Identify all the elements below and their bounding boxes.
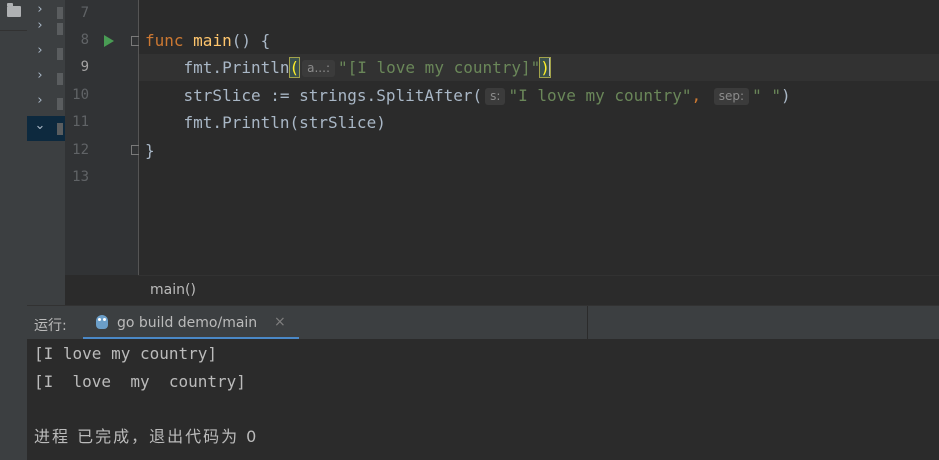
tree-row[interactable]: › bbox=[27, 16, 65, 41]
line-number: 11 bbox=[72, 114, 89, 130]
project-tree: › › › › › ⌄ bbox=[27, 0, 65, 305]
tree-row[interactable]: › bbox=[27, 41, 65, 66]
chevron-right-icon[interactable]: › bbox=[33, 44, 47, 58]
chevron-right-icon[interactable]: › bbox=[33, 69, 47, 83]
string-literal: " " bbox=[752, 86, 781, 105]
console-line: [I love my country] bbox=[34, 344, 218, 363]
console-line: [I love my country] bbox=[34, 372, 246, 391]
line-gutter: 7 8 9 10 11 12 13 bbox=[65, 0, 140, 275]
tree-row[interactable]: › bbox=[27, 66, 65, 91]
close-icon[interactable]: × bbox=[274, 314, 286, 330]
run-tab[interactable]: go build demo/main × bbox=[83, 306, 299, 340]
function-call: Println bbox=[222, 58, 290, 77]
function-name: main bbox=[193, 31, 232, 50]
chevron-right-icon[interactable]: › bbox=[33, 94, 47, 108]
code-text: ( bbox=[472, 86, 483, 105]
function-call: Println bbox=[222, 113, 290, 132]
code-line: } bbox=[145, 137, 155, 164]
tool-window-strip bbox=[0, 0, 28, 460]
chevron-right-icon[interactable]: › bbox=[33, 19, 47, 33]
tree-item-stub bbox=[57, 23, 63, 35]
code-line: strSlice := strings.SplitAfter(s: "I love… bbox=[145, 82, 791, 109]
parameter-hint: a...: bbox=[302, 60, 335, 77]
run-tab-title[interactable]: go build demo/main bbox=[117, 315, 257, 331]
matched-bracket: ( bbox=[288, 57, 301, 78]
comma: , bbox=[691, 86, 702, 105]
chevron-right-icon[interactable]: › bbox=[33, 3, 47, 17]
parameter-hint: s: bbox=[485, 88, 506, 105]
line-number: 8 bbox=[80, 32, 89, 48]
run-label: 运行: bbox=[34, 318, 67, 334]
go-gopher-icon bbox=[96, 315, 108, 329]
text-caret bbox=[548, 58, 551, 76]
panel-divider bbox=[587, 306, 588, 340]
tree-item-stub bbox=[57, 98, 63, 110]
code-text: () { bbox=[231, 31, 271, 50]
run-icon[interactable] bbox=[104, 35, 114, 47]
run-tool-window-header: 运行: go build demo/main × bbox=[27, 305, 939, 340]
tree-item-stub bbox=[57, 123, 63, 135]
keyword: func bbox=[145, 31, 184, 50]
run-console[interactable]: [I love my country] [I love my country] … bbox=[27, 339, 939, 460]
code-line: func main() { bbox=[145, 27, 270, 54]
breadcrumb-item[interactable]: main() bbox=[150, 282, 196, 298]
string-literal: "I love my country" bbox=[508, 86, 692, 105]
code-line: fmt.Println(strSlice) bbox=[145, 109, 386, 136]
string-literal: "[I love my country]" bbox=[337, 58, 541, 77]
chevron-down-icon[interactable]: ⌄ bbox=[33, 119, 47, 133]
line-number-current: 9 bbox=[80, 59, 89, 75]
code-line: fmt.Println(a...: "[I love my country]") bbox=[145, 54, 551, 81]
code-editor[interactable]: func main() { fmt.Println(a...: "[I love … bbox=[139, 0, 939, 275]
project-folder-icon[interactable] bbox=[7, 3, 21, 17]
line-number: 7 bbox=[80, 5, 89, 21]
breadcrumb: main() bbox=[138, 275, 939, 306]
code-text: fmt. bbox=[183, 113, 223, 132]
code-text: fmt. bbox=[183, 58, 223, 77]
line-number: 13 bbox=[72, 169, 89, 185]
function-call: SplitAfter bbox=[376, 86, 473, 105]
line-number: 12 bbox=[72, 142, 89, 158]
tree-item-stub bbox=[57, 48, 63, 60]
tree-row[interactable]: › bbox=[27, 91, 65, 116]
tree-row-selected[interactable]: ⌄ bbox=[27, 116, 65, 141]
code-text: ) bbox=[780, 86, 791, 105]
code-text: strSlice := strings. bbox=[183, 86, 377, 105]
console-line: 进程 已完成，退出代码为 0 bbox=[34, 427, 259, 446]
code-text: } bbox=[145, 141, 155, 160]
tree-item-stub bbox=[57, 73, 63, 85]
code-text: (strSlice) bbox=[289, 113, 386, 132]
parameter-hint: sep: bbox=[713, 88, 750, 105]
strip-divider bbox=[0, 30, 27, 31]
line-number: 10 bbox=[72, 87, 89, 103]
